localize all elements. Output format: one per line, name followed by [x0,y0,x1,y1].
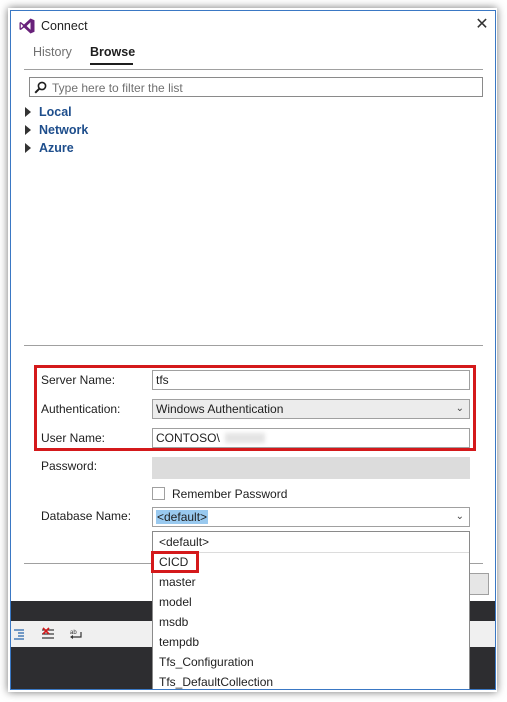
tree-divider [24,345,483,346]
visual-studio-logo-icon [19,18,35,34]
search-icon [34,81,47,94]
highlight-box-cicd [151,551,199,573]
database-option-tfs-configuration[interactable]: Tfs_Configuration [159,655,254,669]
connect-dialog: Connect ✕ History Browse Type here to fi… [10,10,496,690]
database-option-tfs-defaultcollection[interactable]: Tfs_DefaultCollection [159,675,273,689]
database-option-tempdb[interactable]: tempdb [159,635,199,649]
password-label: Password: [41,459,98,473]
filter-input[interactable]: Type here to filter the list [29,77,483,97]
tree-item-label: Network [39,123,89,137]
chevron-down-icon[interactable]: ⌄ [456,511,464,522]
server-name-label: Server Name: [41,373,116,387]
expand-triangle-icon[interactable] [25,143,31,153]
tree-item-label: Local [39,105,72,119]
expand-triangle-icon[interactable] [25,107,31,117]
chevron-down-icon[interactable]: ⌄ [456,403,464,414]
word-wrap-icon: ab [70,630,82,639]
indent-icon [14,629,24,640]
database-option-model[interactable]: model [159,595,192,609]
tree-item-network[interactable]: Network [25,123,88,137]
dropdown-divider [153,552,469,553]
remember-password-checkbox[interactable] [152,487,165,500]
database-option-default[interactable]: <default> [159,535,209,549]
password-input[interactable] [152,457,470,479]
database-option-master[interactable]: master [159,575,196,589]
server-name-value: tfs [156,373,169,387]
user-name-value: CONTOSO\ [156,431,220,445]
database-name-label: Database Name: [41,509,132,523]
redacted-username [225,433,266,443]
tab-browse[interactable]: Browse [90,45,135,59]
remove-lines-icon [42,627,54,639]
expand-triangle-icon[interactable] [25,125,31,135]
window-title: Connect [41,19,88,33]
tree-item-label: Azure [39,141,74,155]
server-name-input[interactable]: tfs [152,370,470,390]
authentication-value: Windows Authentication [156,402,284,416]
active-tab-indicator [90,63,133,65]
database-name-value: <default> [156,510,209,524]
database-name-combo[interactable]: <default> ⌄ [152,507,470,527]
tabs-divider [24,69,483,70]
authentication-select[interactable]: Windows Authentication ⌄ [152,399,470,419]
authentication-label: Authentication: [41,402,121,416]
user-name-label: User Name: [41,431,106,445]
remember-password-label: Remember Password [172,487,288,501]
close-icon[interactable]: ✕ [473,16,491,34]
database-dropdown-list[interactable]: <default> CICD master model msdb tempdb … [152,531,470,689]
tree-item-azure[interactable]: Azure [25,141,74,155]
svg-text:ab: ab [70,630,77,636]
user-name-input[interactable]: CONTOSO\ [152,428,470,448]
tab-history[interactable]: History [33,45,72,59]
tree-item-local[interactable]: Local [25,105,72,119]
database-option-msdb[interactable]: msdb [159,615,188,629]
connect-button[interactable] [469,573,489,595]
filter-placeholder: Type here to filter the list [52,81,183,95]
